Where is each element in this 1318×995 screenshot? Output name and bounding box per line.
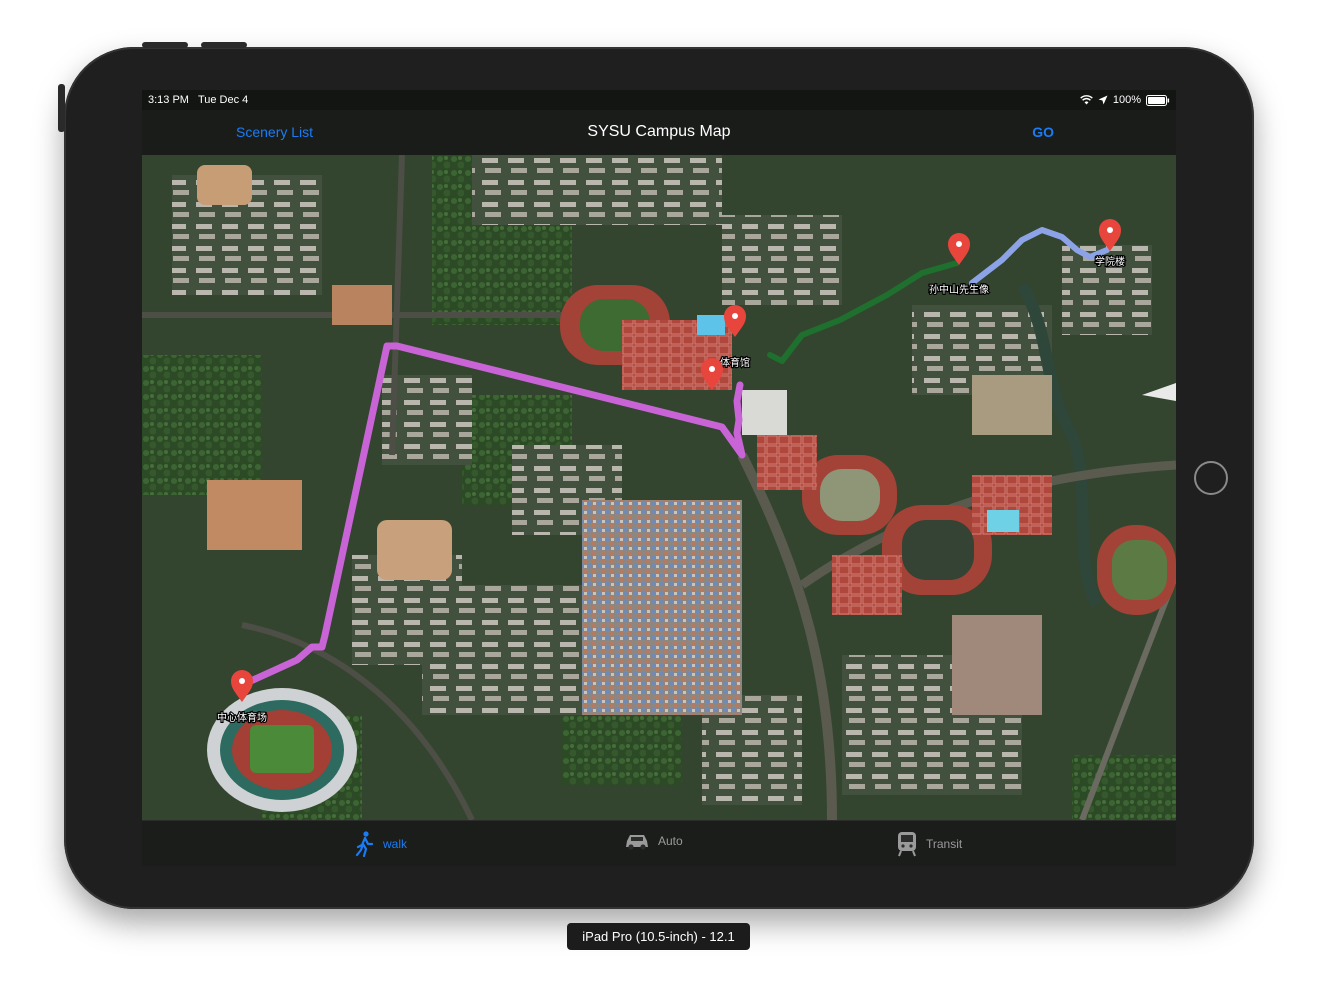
volume-up-button [142, 42, 188, 48]
status-date: Tue Dec 4 [197, 94, 249, 106]
status-bar: 3:13 PM Tue Dec 4 100% [142, 90, 1176, 110]
tab-walk[interactable]: walk [355, 831, 407, 857]
side-button [58, 84, 65, 132]
tab-transit-label: Transit [926, 837, 963, 851]
pin-label-central-stadium: 中心体育场 [217, 711, 267, 724]
simulator-device-label: iPad Pro (10.5-inch) - 12.1 [567, 923, 750, 950]
urban-village [582, 500, 742, 715]
pool-gym [697, 315, 725, 335]
battery-icon [1146, 94, 1170, 106]
tab-bar: walk Auto Transit [142, 820, 1176, 866]
location-arrow-icon [1098, 95, 1108, 105]
home-button[interactable] [1194, 461, 1228, 495]
plaza-southeast [952, 615, 1042, 715]
dirt-lot-east [972, 375, 1052, 435]
tennis-courts-south [832, 555, 902, 615]
status-indicators: 100% [1080, 90, 1170, 110]
satellite-map[interactable]: 学院楼 孙中山先生像 体育馆 中心体育场 [142, 155, 1176, 820]
tab-auto[interactable]: Auto [624, 831, 683, 851]
pool-east [987, 510, 1019, 532]
tab-walk-label: walk [383, 837, 408, 851]
building-block-north [472, 155, 722, 225]
dirt-lot-center [377, 520, 452, 580]
tab-transit[interactable]: Transit [896, 831, 962, 857]
sports-field-far-east [1097, 525, 1176, 615]
wifi-icon [1080, 95, 1093, 105]
pin-label-sun-yatsen-statue: 孙中山先生像 [929, 283, 989, 296]
car-icon [626, 835, 648, 850]
page-title: SYSU Campus Map [587, 123, 731, 140]
tennis-courts-center [757, 435, 817, 490]
tab-auto-label: Auto [658, 834, 683, 848]
navigation-bar: Scenery List SYSU Campus Map GO [142, 110, 1176, 155]
dirt-lot-southwest [207, 480, 302, 550]
screen: 3:13 PM Tue Dec 4 100% Scenery List SYSU… [142, 90, 1176, 866]
forest-west [142, 355, 262, 495]
dirt-lot-west [332, 285, 392, 325]
walk-icon [355, 831, 374, 857]
status-time: 3:13 PM [148, 94, 189, 106]
dirt-lot-northwest [197, 165, 252, 205]
gym-building [742, 390, 787, 435]
go-button[interactable]: GO [1032, 124, 1054, 140]
status-time-date: 3:13 PM Tue Dec 4 [148, 90, 248, 110]
volume-down-button [201, 42, 247, 48]
pin-label-college-building: 学院楼 [1095, 255, 1125, 268]
building-block-south [422, 585, 592, 715]
battery-percent: 100% [1112, 94, 1141, 106]
pin-label-gymnasium: 体育馆 [720, 356, 750, 369]
train-icon [898, 832, 916, 857]
building-block-northeast [722, 215, 842, 305]
stadium [207, 688, 357, 812]
